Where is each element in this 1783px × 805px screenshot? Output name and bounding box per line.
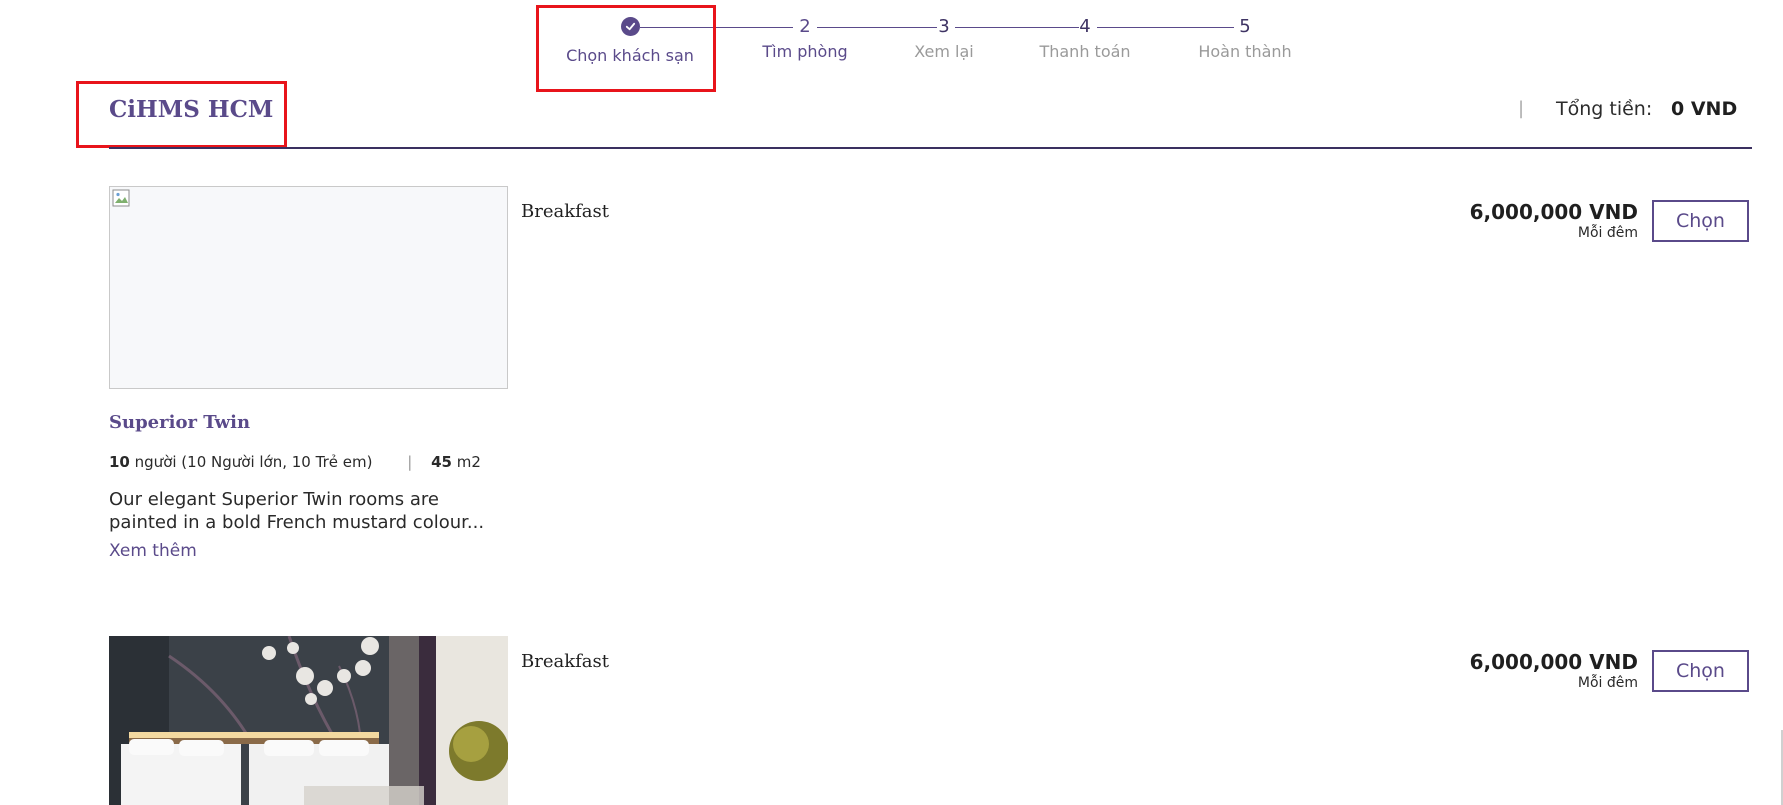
step-connector — [955, 27, 1079, 28]
step-2-number: 2 — [799, 16, 811, 37]
rate-plan-name: Breakfast — [521, 201, 609, 222]
step-3-label: Xem lại — [914, 42, 974, 61]
room-price: 6,000,000 VND — [1469, 200, 1638, 224]
price-unit: Mỗi đêm — [1577, 675, 1638, 691]
room-image — [109, 186, 508, 389]
room-title[interactable]: Superior Twin — [109, 412, 250, 433]
step-5-number: 5 — [1239, 16, 1251, 37]
price-unit: Mỗi đêm — [1577, 225, 1638, 241]
total-value: 0 VND — [1671, 98, 1738, 120]
hotel-name: CiHMS HCM — [109, 96, 274, 123]
step-2-label: Tìm phòng — [762, 42, 848, 61]
room-occupancy: 10 người (10 Người lớn, 10 Trẻ em) | 45 … — [109, 453, 481, 471]
step-connector — [817, 27, 937, 28]
step-4-label: Thanh toán — [1039, 42, 1131, 61]
room-description-line: painted in a bold French mustard colour.… — [109, 512, 485, 533]
hotel-twin-room-photo — [109, 636, 508, 805]
rate-plan-name: Breakfast — [521, 651, 609, 672]
room-area-unit: m2 — [456, 453, 481, 471]
room-price: 6,000,000 VND — [1469, 650, 1638, 674]
room-image — [109, 636, 508, 805]
room-description-line: Our elegant Superior Twin rooms are — [109, 489, 440, 510]
room-description: Our elegant Superior Twin rooms are pain… — [109, 488, 514, 534]
step-4-number: 4 — [1079, 16, 1091, 37]
choose-room-button[interactable]: Chọn — [1652, 200, 1749, 242]
header-divider — [109, 147, 1752, 149]
step-connector — [1097, 27, 1234, 28]
occupancy-separator: | — [407, 453, 413, 471]
highlight-box-step — [536, 5, 716, 92]
step-5-label: Hoàn thành — [1198, 42, 1292, 61]
broken-image-icon — [112, 189, 130, 207]
total-label: Tổng tiền: — [1556, 98, 1653, 120]
room-area-value: 45 — [431, 453, 452, 471]
choose-room-button[interactable]: Chọn — [1652, 650, 1749, 692]
guest-count: 10 — [109, 453, 130, 471]
step-3-number: 3 — [938, 16, 950, 37]
header-separator: | — [1518, 98, 1525, 119]
see-more-link[interactable]: Xem thêm — [109, 541, 197, 561]
guest-text: người (10 Người lớn, 10 Trẻ em) — [134, 453, 373, 471]
